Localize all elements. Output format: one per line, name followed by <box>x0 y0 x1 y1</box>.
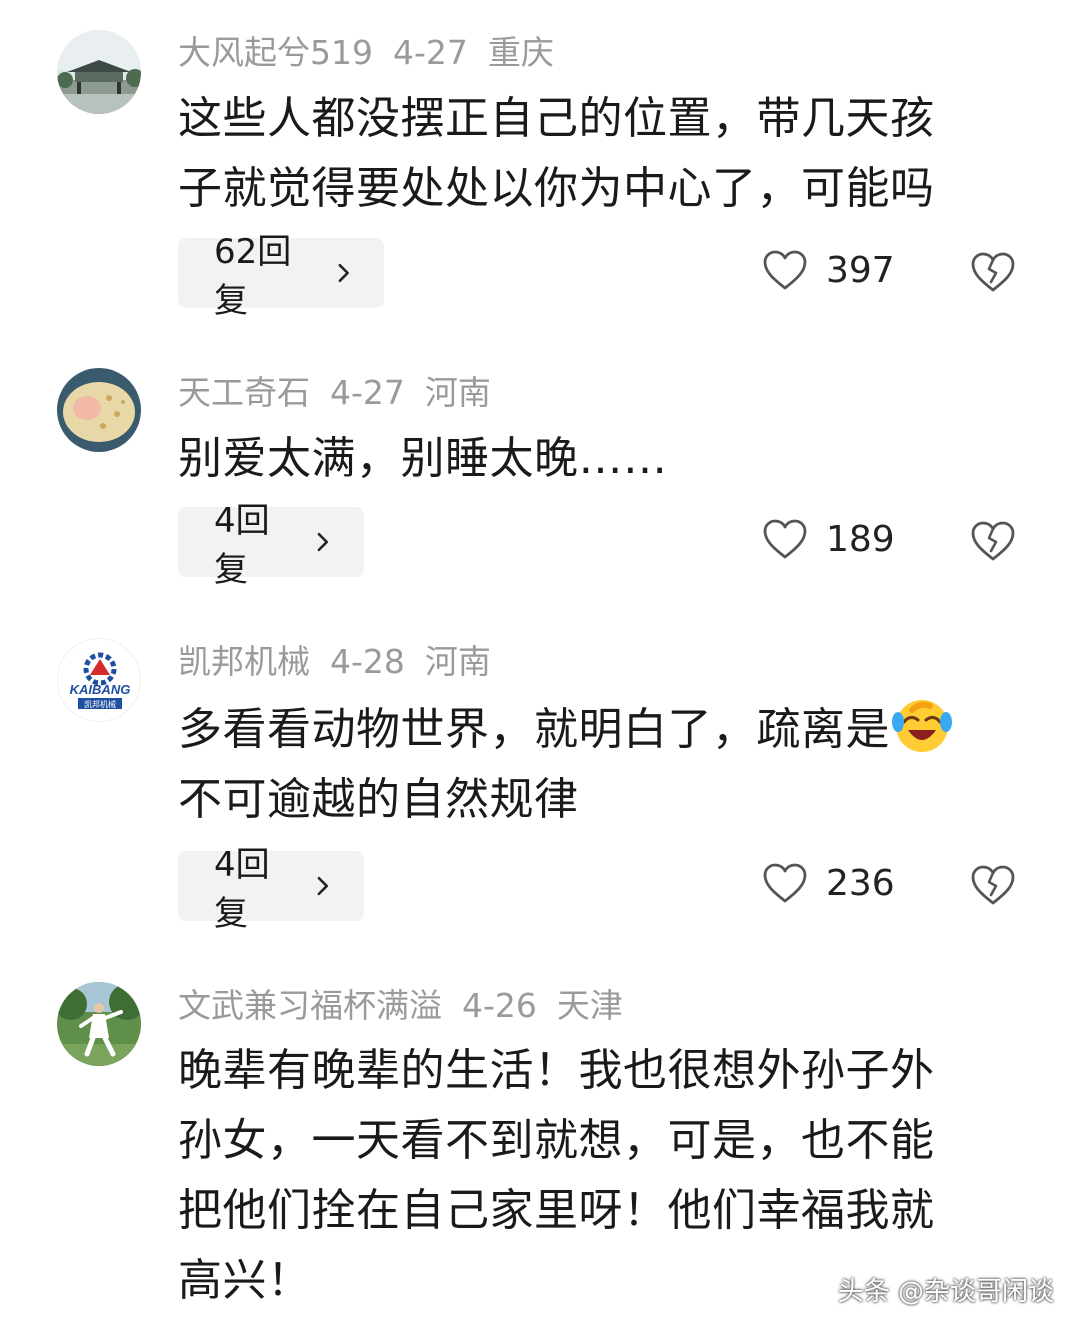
user-avatar[interactable] <box>57 368 141 452</box>
replies-button[interactable]: 4回复 <box>178 501 364 590</box>
heart-icon <box>763 250 807 290</box>
kaibang-logo-avatar-icon: KAIBANG 凯邦机械 <box>58 639 140 721</box>
comment-location: 河南 <box>424 373 491 412</box>
like-button[interactable]: 189 <box>762 518 895 560</box>
comment-text-segment: 多看看动物世界，就明白了，疏离是 <box>178 704 890 755</box>
heart-icon <box>763 863 807 903</box>
dislike-button[interactable] <box>970 251 1016 297</box>
stone-avatar-icon <box>57 368 141 452</box>
comment-meta: 大风起兮519 4-27 重庆 <box>178 33 574 73</box>
taichi-avatar-icon <box>57 982 141 1066</box>
like-count: 189 <box>826 518 895 560</box>
comment-meta: 凯邦机械 4-28 河南 <box>178 642 511 682</box>
username[interactable]: 文武兼习福杯满溢 <box>178 986 442 1025</box>
comment-meta: 文武兼习福杯满溢 4-26 天津 <box>178 986 643 1026</box>
comment-text-line: 把他们拴在自己家里呀！他们幸福我就 <box>178 1185 935 1236</box>
watermark: 头条 @杂谈哥闲谈 <box>837 1277 1054 1307</box>
comment-date: 4-27 <box>393 33 468 72</box>
broken-heart-icon <box>971 252 1015 292</box>
comment-date: 4-28 <box>330 642 405 681</box>
username[interactable]: 大风起兮519 <box>178 33 373 72</box>
dislike-button[interactable] <box>970 520 1016 566</box>
comment-text-line: 晚辈有晚辈的生活！我也很想外孙子外 <box>178 1045 935 1096</box>
like-button[interactable]: 236 <box>762 862 895 904</box>
comment-text: 这些人都没摆正自己的位置，带几天孩 子就觉得要处处以你为中心了，可能吗 <box>178 84 998 224</box>
chevron-right-icon <box>338 263 349 283</box>
username[interactable]: 凯邦机械 <box>178 642 310 681</box>
comment-text-line: 多看看动物世界，就明白了，疏离是 <box>178 692 1038 765</box>
comment-date: 4-26 <box>462 986 537 1025</box>
user-avatar[interactable] <box>57 30 141 114</box>
user-avatar[interactable] <box>57 982 141 1066</box>
broken-heart-icon <box>971 865 1015 905</box>
comment-text: 别爱太满，别睡太晚…… <box>178 424 998 494</box>
like-button[interactable]: 397 <box>762 249 895 291</box>
broken-heart-icon <box>971 521 1015 561</box>
comment-location: 河南 <box>424 642 491 681</box>
laughing-crying-emoji-icon <box>892 700 952 752</box>
like-count: 236 <box>826 862 895 904</box>
comment-location: 天津 <box>556 986 623 1025</box>
comment-date: 4-27 <box>330 373 405 412</box>
comment-text-line: 别爱太满，别睡太晚…… <box>178 433 668 484</box>
comment-meta: 天工奇石 4-27 河南 <box>178 373 511 413</box>
user-avatar[interactable]: KAIBANG 凯邦机械 <box>57 638 141 722</box>
logo-text: KAIBANG <box>70 682 131 697</box>
heart-icon <box>763 519 807 559</box>
replies-button[interactable]: 62回复 <box>178 232 384 321</box>
replies-button[interactable]: 4回复 <box>178 845 364 934</box>
comment-location: 重庆 <box>487 33 554 72</box>
chevron-right-icon <box>317 532 329 552</box>
comment-text-line: 这些人都没摆正自己的位置，带几天孩 <box>178 93 935 144</box>
comment-text-line: 子就觉得要处处以你为中心了，可能吗 <box>178 163 935 214</box>
replies-count: 4回复 <box>214 501 270 590</box>
username[interactable]: 天工奇石 <box>178 373 310 412</box>
replies-count: 4回复 <box>214 845 270 934</box>
chevron-right-icon <box>317 876 329 896</box>
replies-count: 62回复 <box>214 232 292 321</box>
like-count: 397 <box>826 249 895 291</box>
comment-text-line: 孙女，一天看不到就想，可是，也不能 <box>178 1115 935 1166</box>
pavilion-avatar-icon <box>57 30 141 114</box>
comment-text: 多看看动物世界，就明白了，疏离是 不可逾越的自然规律 <box>178 692 1038 835</box>
dislike-button[interactable] <box>970 864 1016 910</box>
logo-subtext: 凯邦机械 <box>84 699 116 709</box>
comment-text-line: 不可逾越的自然规律 <box>178 774 579 825</box>
